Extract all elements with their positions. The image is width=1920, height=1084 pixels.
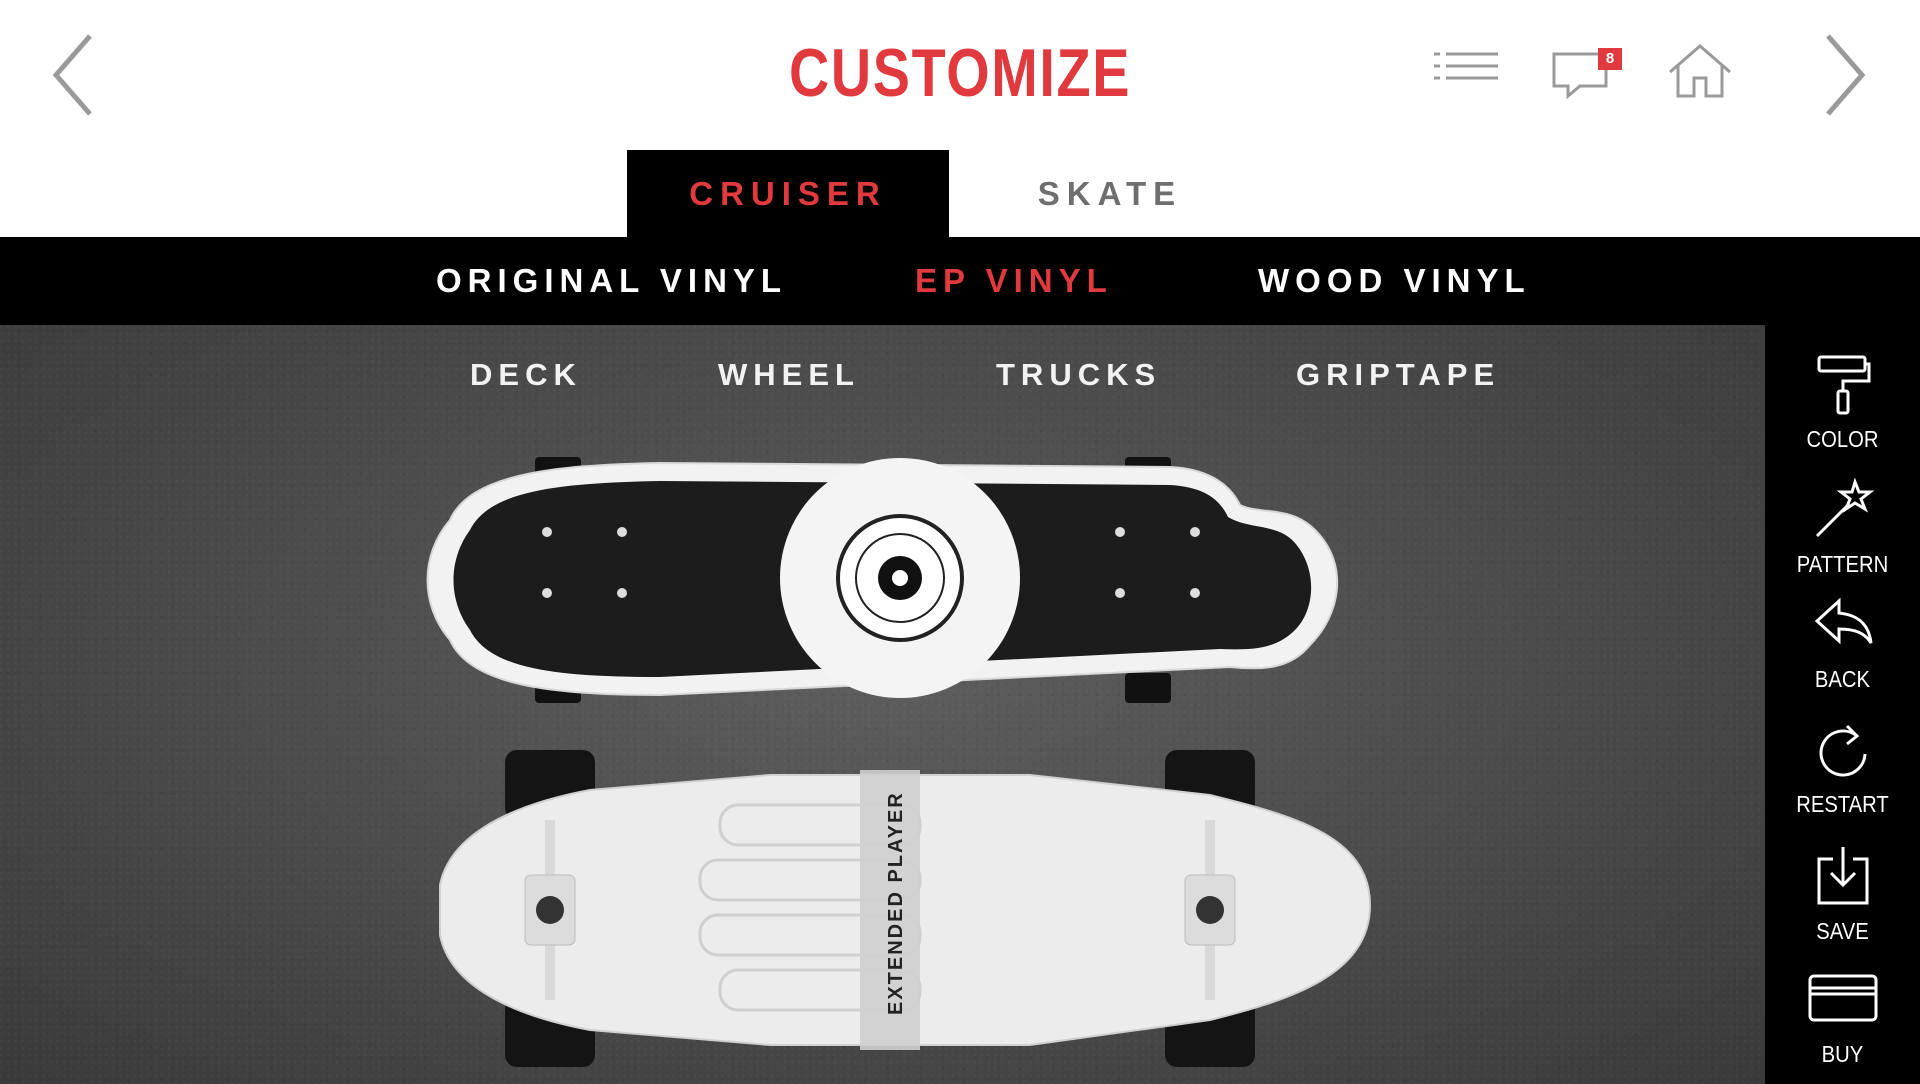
strap-label: EXTENDED PLAYER xyxy=(885,791,907,1015)
buy-label: BUY xyxy=(1821,1041,1864,1067)
app-header: CUSTOMIZE 8 xyxy=(0,0,1920,148)
restart-button[interactable]: RESTART xyxy=(1765,710,1920,830)
magic-wand-icon xyxy=(1815,478,1874,538)
back-label: BACK xyxy=(1814,666,1871,692)
tab-skate[interactable]: SKATE xyxy=(949,150,1271,238)
page-title: CUSTOMIZE xyxy=(788,35,1132,111)
tool-sidebar: COLOR PATTERN BACK RESTART SAVE BUY xyxy=(1765,325,1920,1084)
forward-arrow-icon[interactable] xyxy=(1812,30,1872,120)
save-label: SAVE xyxy=(1816,918,1869,944)
restart-label: RESTART xyxy=(1796,791,1889,817)
credit-card-icon xyxy=(1808,974,1877,1022)
subtab-ep-vinyl[interactable]: EP VINYL xyxy=(915,237,1113,325)
notification-badge: 8 xyxy=(1598,48,1622,70)
wheel-icon xyxy=(1125,673,1171,703)
skateboard-top-view[interactable] xyxy=(410,445,1390,715)
skateboard-bottom-view[interactable]: EXTENDED PLAYER xyxy=(410,745,1390,1075)
color-label: COLOR xyxy=(1806,426,1879,452)
board-preview-area: DECK WHEEL TRUCKS GRIPTAPE EXTENDED PLAY… xyxy=(0,325,1765,1084)
paint-roller-icon xyxy=(1817,355,1870,415)
save-download-icon xyxy=(1817,847,1868,905)
color-button[interactable]: COLOR xyxy=(1765,345,1920,465)
buy-button[interactable]: BUY xyxy=(1765,960,1920,1080)
back-button[interactable]: BACK xyxy=(1765,585,1920,705)
subtab-wood-vinyl[interactable]: WOOD VINYL xyxy=(1258,237,1531,325)
menu-icon[interactable] xyxy=(1432,40,1504,102)
tab-cruiser[interactable]: CRUISER xyxy=(627,150,949,238)
pattern-button[interactable]: PATTERN xyxy=(1765,470,1920,590)
restart-icon xyxy=(1819,724,1866,777)
back-arrow-icon[interactable] xyxy=(48,30,108,120)
save-button[interactable]: SAVE xyxy=(1765,837,1920,957)
part-wheel[interactable]: WHEEL xyxy=(718,357,860,393)
pattern-label: PATTERN xyxy=(1796,551,1889,577)
home-icon[interactable] xyxy=(1664,40,1736,102)
part-griptape[interactable]: GRIPTAPE xyxy=(1296,357,1500,393)
vinyl-type-bar: ORIGINAL VINYL EP VINYL WOOD VINYL xyxy=(0,237,1920,325)
chat-button[interactable]: 8 xyxy=(1550,40,1622,102)
undo-arrow-icon xyxy=(1814,597,1872,645)
part-deck[interactable]: DECK xyxy=(470,357,582,393)
part-trucks[interactable]: TRUCKS xyxy=(996,357,1161,393)
subtab-original-vinyl[interactable]: ORIGINAL VINYL xyxy=(436,237,787,325)
